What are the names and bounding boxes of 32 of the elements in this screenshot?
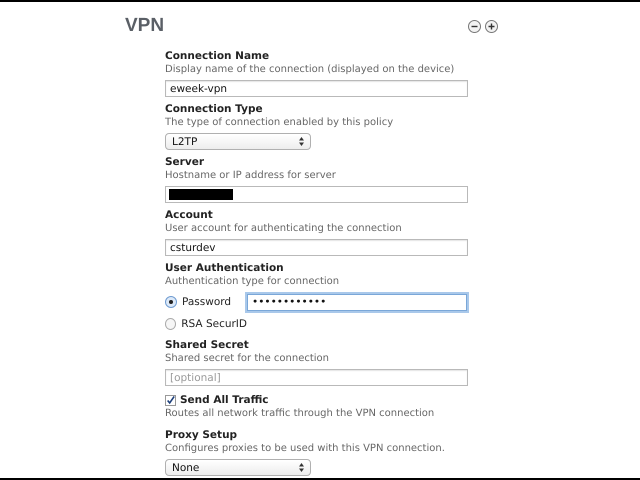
field-label: User Authentication [165,262,285,275]
updown-icon [299,463,304,472]
check-icon [166,395,175,406]
field-description: Hostname or IP address for server [165,169,337,183]
remove-icon[interactable] [468,20,481,32]
field-label: Proxy Setup [165,429,238,442]
text-field[interactable]: eweek-vpn [165,80,468,97]
field-description: User account for authenticating the connection [165,222,403,236]
field-description: Configures proxies to be used with this VPN connection. [165,442,446,456]
field-description: Routes all network traffic through the VPN connection [165,407,436,421]
text-field[interactable]: [optional] [165,369,468,386]
field-description: Authentication type for connection [165,275,340,289]
text-field[interactable]: csturdev [165,239,468,256]
field-label: Account [165,209,214,222]
updown-icon [299,137,304,146]
dropdown[interactable]: L2TP [165,133,311,150]
field-description: Display name of the connection (displayed on the device) [165,63,456,77]
field-label: Server [165,156,206,169]
field-description: Shared secret for the connection [165,352,330,366]
field-label: Connection Name [165,50,270,63]
text-field[interactable] [165,186,468,203]
field-label: Shared Secret [165,339,250,352]
checkbox[interactable]: Send All Traffic [165,394,470,407]
radio-button[interactable]: Password [165,296,247,308]
password-field[interactable]: •••••••••••• [247,294,467,310]
page-title: VPN [125,15,164,37]
redaction-bar [169,189,233,200]
field-description: The type of connection enabled by this policy [165,116,394,130]
field-label: Connection Type [165,103,264,116]
add-icon[interactable] [485,20,498,32]
radio-button[interactable]: RSA SecurID [165,318,247,330]
dropdown[interactable]: None [165,459,311,476]
